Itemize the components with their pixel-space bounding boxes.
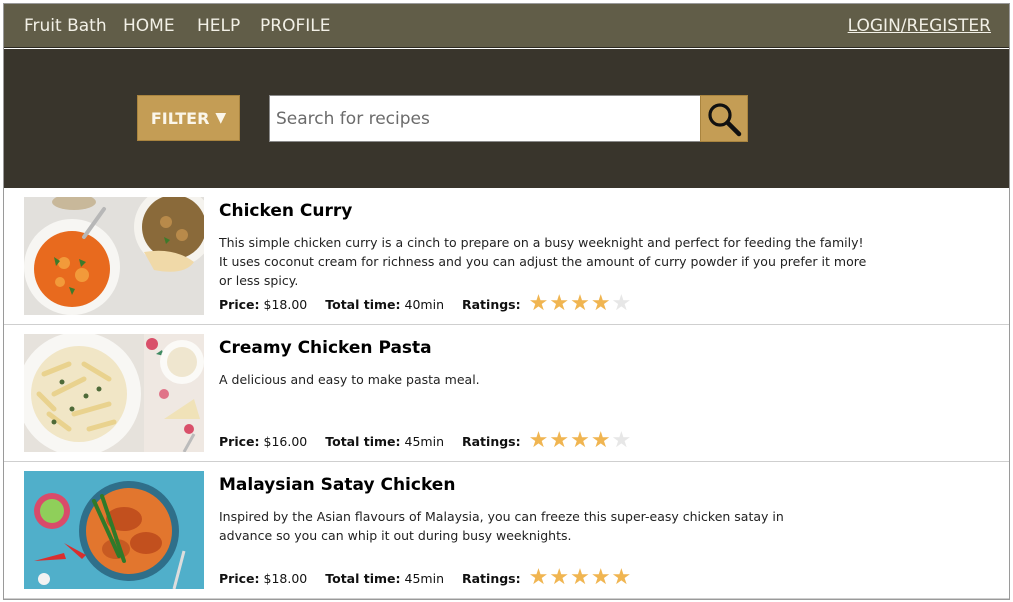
star-filled-icon: ★ — [611, 565, 632, 590]
search-button[interactable] — [700, 95, 748, 142]
login-register-link[interactable]: LOGIN/REGISTER — [848, 15, 991, 37]
price-value: $18.00 — [263, 296, 308, 312]
ratings-label: Ratings: — [462, 296, 521, 312]
recipe-image-chicken-curry — [24, 197, 204, 315]
star-filled-icon: ★ — [528, 428, 549, 453]
ratings-label: Ratings: — [462, 433, 521, 449]
price-value: $18.00 — [263, 570, 308, 586]
recipe-meta: Price: $18.00 Total time: 45min Ratings: ★… — [219, 567, 649, 589]
star-filled-icon: ★ — [549, 428, 570, 453]
recipe-description: A delicious and easy to make pasta meal. — [219, 372, 480, 387]
rating-stars: ★ ★ ★ ★ ★ — [529, 567, 632, 589]
price-label: Price: — [219, 296, 260, 312]
brand-link[interactable]: Fruit Bath — [24, 15, 107, 37]
star-filled-icon: ★ — [549, 291, 570, 316]
star-empty-icon: ★ — [611, 291, 632, 316]
recipe-meta: Price: $18.00 Total time: 40min Ratings: ★… — [219, 293, 649, 315]
total-time-label: Total time: — [325, 433, 401, 449]
recipe-card[interactable]: Chicken Curry This simple chicken curry … — [4, 188, 1009, 325]
recipe-image-creamy-chicken-pasta — [24, 334, 204, 452]
top-navbar: Fruit Bath HOME HELP PROFILE LOGIN/REGIS… — [4, 4, 1009, 48]
star-filled-icon: ★ — [570, 428, 590, 453]
star-filled-icon: ★ — [528, 565, 549, 590]
star-filled-icon: ★ — [528, 291, 549, 316]
total-time-value: 40min — [404, 296, 444, 312]
nav-profile-link[interactable]: PROFILE — [260, 15, 330, 37]
price-label: Price: — [219, 433, 260, 449]
star-filled-icon: ★ — [570, 565, 590, 590]
filter-label: FILTER — [150, 108, 210, 128]
star-filled-icon: ★ — [590, 428, 611, 453]
recipe-description: This simple chicken curry is a cinch to … — [219, 235, 867, 288]
recipe-description: Inspired by the Asian flavours of Malays… — [219, 509, 784, 543]
price-label: Price: — [219, 570, 260, 586]
total-time-value: 45min — [404, 433, 444, 449]
recipe-image-malaysian-satay-chicken — [24, 471, 204, 589]
search-band: FILTER ▼ — [4, 49, 1009, 188]
star-empty-icon: ★ — [611, 428, 632, 453]
recipe-card[interactable]: Malaysian Satay Chicken Inspired by the … — [4, 462, 1009, 599]
caret-down-icon: ▼ — [215, 110, 227, 126]
nav-home-link[interactable]: HOME — [123, 15, 175, 37]
star-filled-icon: ★ — [549, 565, 570, 590]
search-input[interactable] — [269, 95, 701, 142]
recipe-card[interactable]: Creamy Chicken Pasta A delicious and eas… — [4, 325, 1009, 462]
filter-button[interactable]: FILTER ▼ — [137, 95, 240, 141]
app-frame: Fruit Bath HOME HELP PROFILE LOGIN/REGIS… — [3, 3, 1010, 600]
recipe-title[interactable]: Creamy Chicken Pasta — [219, 338, 432, 358]
recipe-meta: Price: $16.00 Total time: 45min Ratings: ★… — [219, 430, 649, 452]
rating-stars: ★ ★ ★ ★ ★ — [529, 293, 632, 315]
price-value: $16.00 — [263, 433, 308, 449]
recipe-title[interactable]: Malaysian Satay Chicken — [219, 475, 455, 495]
star-filled-icon: ★ — [570, 291, 590, 316]
nav-help-link[interactable]: HELP — [197, 15, 240, 37]
total-time-value: 45min — [404, 570, 444, 586]
recipe-title[interactable]: Chicken Curry — [219, 201, 352, 221]
magnifier-icon — [708, 102, 742, 136]
star-filled-icon: ★ — [590, 565, 611, 590]
total-time-label: Total time: — [325, 296, 401, 312]
rating-stars: ★ ★ ★ ★ ★ — [529, 430, 632, 452]
star-filled-icon: ★ — [590, 291, 611, 316]
total-time-label: Total time: — [325, 570, 401, 586]
recipe-list: Chicken Curry This simple chicken curry … — [4, 188, 1009, 599]
ratings-label: Ratings: — [462, 570, 521, 586]
